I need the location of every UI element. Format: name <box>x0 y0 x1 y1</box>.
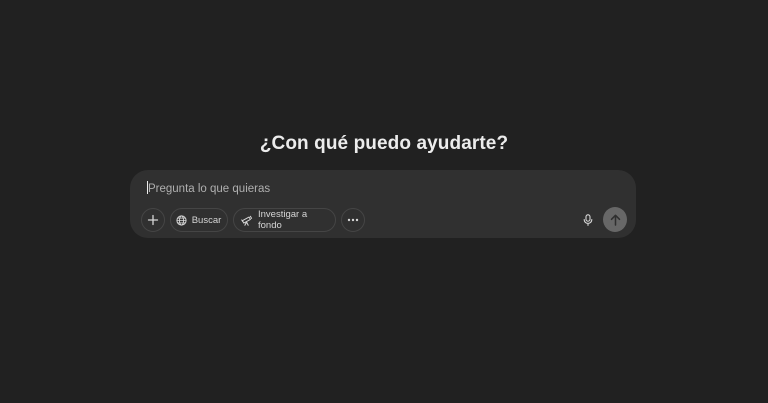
telescope-icon <box>241 215 253 226</box>
prompt-input[interactable]: Pregunta lo que quieras <box>147 181 270 195</box>
add-attachment-button[interactable] <box>141 208 165 232</box>
microphone-icon <box>583 214 593 226</box>
dictate-button[interactable] <box>576 208 600 232</box>
search-button[interactable]: Buscar <box>170 208 228 232</box>
prompt-composer[interactable]: Pregunta lo que quieras Buscar Investiga… <box>130 170 636 238</box>
globe-icon <box>176 214 187 226</box>
page-title: ¿Con qué puedo ayudarte? <box>259 133 509 154</box>
chat-page: ¿Con qué puedo ayudarte? Pregunta lo que… <box>0 0 768 403</box>
prompt-placeholder: Pregunta lo que quieras <box>148 183 271 195</box>
plus-icon <box>147 214 159 226</box>
ellipsis-icon <box>347 218 359 222</box>
deep-research-button[interactable]: Investigar a fondo <box>233 208 336 232</box>
search-button-label: Buscar <box>191 214 222 226</box>
deep-research-button-label: Investigar a fondo <box>258 209 308 231</box>
more-tools-button[interactable] <box>341 208 365 232</box>
send-button[interactable] <box>603 207 627 232</box>
arrow-up-icon <box>610 214 621 226</box>
composer-toolbar: Buscar Investigar a fondo <box>141 207 628 232</box>
